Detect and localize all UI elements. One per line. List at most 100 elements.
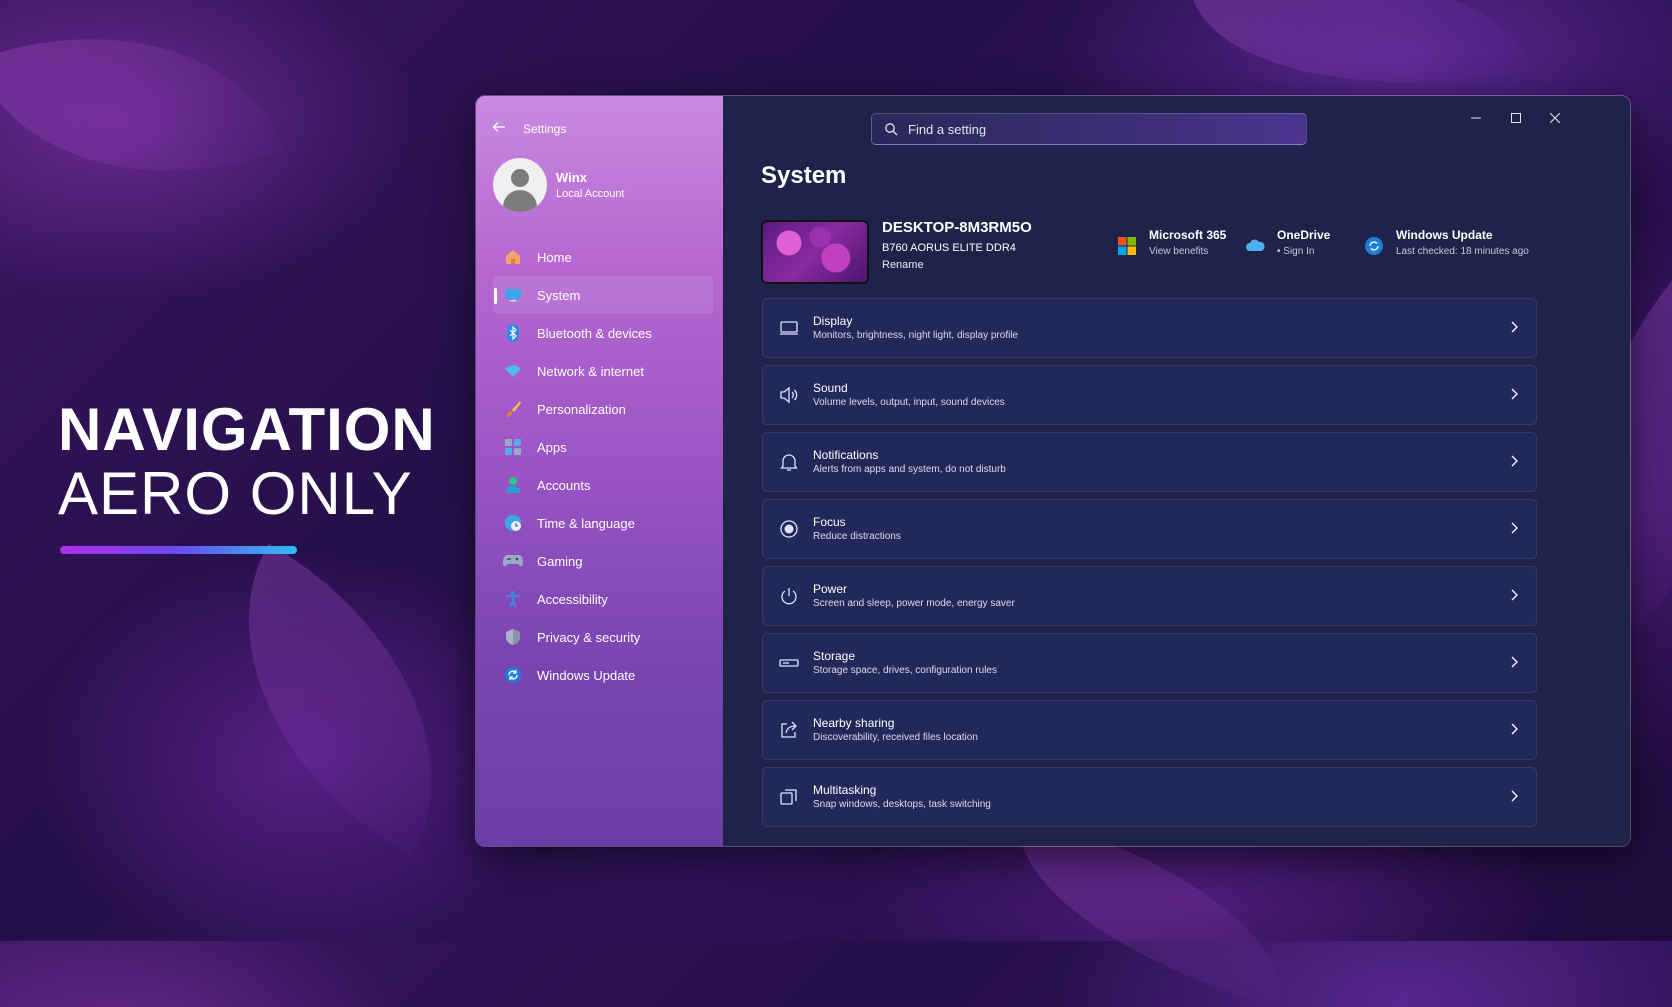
sidebar-nav: Home System Bluetooth & devices Network … bbox=[493, 238, 713, 694]
minimize-icon bbox=[1471, 117, 1481, 119]
minimize-button[interactable] bbox=[1463, 108, 1489, 128]
card-title: Notifications bbox=[813, 448, 879, 462]
update-icon bbox=[502, 664, 524, 686]
settings-card-storage[interactable]: Storage Storage space, drives, configura… bbox=[762, 633, 1537, 693]
search-box[interactable] bbox=[871, 113, 1307, 145]
chevron-right-icon bbox=[1511, 589, 1518, 601]
multitasking-icon bbox=[780, 789, 797, 805]
app-title: Settings bbox=[523, 122, 567, 136]
chevron-right-icon bbox=[1511, 321, 1518, 333]
shield-icon bbox=[502, 626, 524, 648]
maximize-button[interactable] bbox=[1503, 108, 1529, 128]
sidebar-item-label: Time & language bbox=[537, 515, 635, 531]
settings-card-power[interactable]: Power Screen and sleep, power mode, ener… bbox=[762, 566, 1537, 626]
sidebar: Settings Winx Local Account Home System … bbox=[476, 96, 723, 846]
sidebar-item-label: Windows Update bbox=[537, 667, 636, 683]
background-leaf bbox=[0, 0, 285, 239]
quick-subtitle: • Sign In bbox=[1277, 246, 1315, 257]
card-subtitle: Storage space, drives, configuration rul… bbox=[813, 665, 997, 676]
sidebar-item-bluetooth[interactable]: Bluetooth & devices bbox=[493, 314, 713, 352]
sidebar-item-gaming[interactable]: Gaming bbox=[493, 542, 713, 580]
sidebar-item-label: Home bbox=[537, 249, 572, 265]
quick-title: Windows Update bbox=[1396, 228, 1493, 242]
close-icon bbox=[1549, 112, 1561, 124]
chevron-right-icon bbox=[1511, 790, 1518, 802]
back-button[interactable] bbox=[492, 120, 512, 140]
sidebar-item-label: Apps bbox=[537, 439, 567, 455]
card-title: Nearby sharing bbox=[813, 716, 895, 730]
focus-icon bbox=[780, 520, 798, 538]
card-subtitle: Alerts from apps and system, do not dist… bbox=[813, 464, 1006, 475]
card-subtitle: Volume levels, output, input, sound devi… bbox=[813, 397, 1005, 408]
bell-icon bbox=[780, 454, 798, 471]
device-model: B760 AORUS ELITE DDR4 bbox=[882, 242, 1016, 254]
update-icon bbox=[1365, 237, 1383, 255]
wifi-icon bbox=[502, 360, 524, 382]
selection-indicator bbox=[494, 288, 497, 304]
display-icon bbox=[780, 321, 798, 335]
home-icon bbox=[502, 246, 524, 268]
quick-subtitle: View benefits bbox=[1149, 246, 1209, 257]
arrow-left-icon bbox=[492, 122, 505, 132]
apps-icon bbox=[502, 436, 524, 458]
sidebar-item-time-language[interactable]: Time & language bbox=[493, 504, 713, 542]
chevron-right-icon bbox=[1511, 723, 1518, 735]
card-title: Power bbox=[813, 582, 848, 596]
sidebar-item-windows-update[interactable]: Windows Update bbox=[493, 656, 713, 694]
hero-gradient-bar bbox=[60, 546, 297, 554]
speaker-icon bbox=[780, 386, 798, 404]
hero-line-1: NAVIGATION bbox=[58, 396, 436, 463]
person-icon bbox=[502, 474, 524, 496]
card-title: Sound bbox=[813, 381, 848, 395]
sidebar-item-network[interactable]: Network & internet bbox=[493, 352, 713, 390]
sidebar-item-label: Accessibility bbox=[537, 591, 608, 607]
quick-title: Microsoft 365 bbox=[1149, 228, 1227, 242]
cloud-icon bbox=[1246, 239, 1265, 251]
page-title: System bbox=[761, 162, 847, 189]
sidebar-item-personalization[interactable]: Personalization bbox=[493, 390, 713, 428]
sidebar-item-accounts[interactable]: Accounts bbox=[493, 466, 713, 504]
settings-card-nearby-sharing[interactable]: Nearby sharing Discoverability, received… bbox=[762, 700, 1537, 760]
quick-title: OneDrive bbox=[1277, 228, 1331, 242]
card-subtitle: Screen and sleep, power mode, energy sav… bbox=[813, 598, 1015, 609]
card-title: Storage bbox=[813, 649, 856, 663]
sidebar-item-label: Privacy & security bbox=[537, 629, 641, 645]
settings-card-multitasking[interactable]: Multitasking Snap windows, desktops, tas… bbox=[762, 767, 1537, 827]
card-title: Multitasking bbox=[813, 783, 877, 797]
hero-line-2: AERO ONLY bbox=[58, 460, 413, 527]
settings-card-notifications[interactable]: Notifications Alerts from apps and syste… bbox=[762, 432, 1537, 492]
sidebar-item-system[interactable]: System bbox=[493, 276, 713, 314]
card-subtitle: Monitors, brightness, night light, displ… bbox=[813, 330, 1019, 341]
share-icon bbox=[781, 721, 797, 738]
device-name: DESKTOP-8M3RM5O bbox=[882, 219, 1032, 236]
accessibility-icon bbox=[502, 588, 524, 610]
chevron-right-icon bbox=[1511, 522, 1518, 534]
settings-card-sound[interactable]: Sound Volume levels, output, input, soun… bbox=[762, 365, 1537, 425]
sidebar-item-label: System bbox=[537, 287, 581, 303]
search-input[interactable] bbox=[908, 114, 1288, 144]
sidebar-item-label: Accounts bbox=[537, 477, 591, 493]
rename-link[interactable]: Rename bbox=[882, 259, 924, 271]
quick-subtitle: Last checked: 18 minutes ago bbox=[1396, 246, 1529, 257]
sidebar-item-accessibility[interactable]: Accessibility bbox=[493, 580, 713, 618]
close-button[interactable] bbox=[1542, 108, 1568, 128]
chevron-right-icon bbox=[1511, 656, 1518, 668]
sidebar-item-label: Bluetooth & devices bbox=[537, 325, 652, 341]
sidebar-item-privacy[interactable]: Privacy & security bbox=[493, 618, 713, 656]
brush-icon bbox=[502, 398, 524, 420]
settings-card-display[interactable]: Display Monitors, brightness, night ligh… bbox=[762, 298, 1537, 358]
settings-window: Settings Winx Local Account Home System … bbox=[475, 95, 1631, 847]
globe-icon bbox=[502, 512, 524, 534]
card-title: Display bbox=[813, 314, 853, 328]
system-icon bbox=[502, 284, 524, 306]
card-subtitle: Reduce distractions bbox=[813, 531, 901, 542]
card-title: Focus bbox=[813, 515, 846, 529]
card-subtitle: Discoverability, received files location bbox=[813, 732, 978, 743]
settings-card-focus[interactable]: Focus Reduce distractions bbox=[762, 499, 1537, 559]
sidebar-item-label: Gaming bbox=[537, 553, 583, 569]
settings-list: Display Monitors, brightness, night ligh… bbox=[762, 298, 1537, 834]
sidebar-item-home[interactable]: Home bbox=[493, 238, 713, 276]
hero-title: NAVIGATION AERO ONLY bbox=[58, 398, 436, 526]
sidebar-item-apps[interactable]: Apps bbox=[493, 428, 713, 466]
user-account-type: Local Account bbox=[556, 188, 625, 200]
